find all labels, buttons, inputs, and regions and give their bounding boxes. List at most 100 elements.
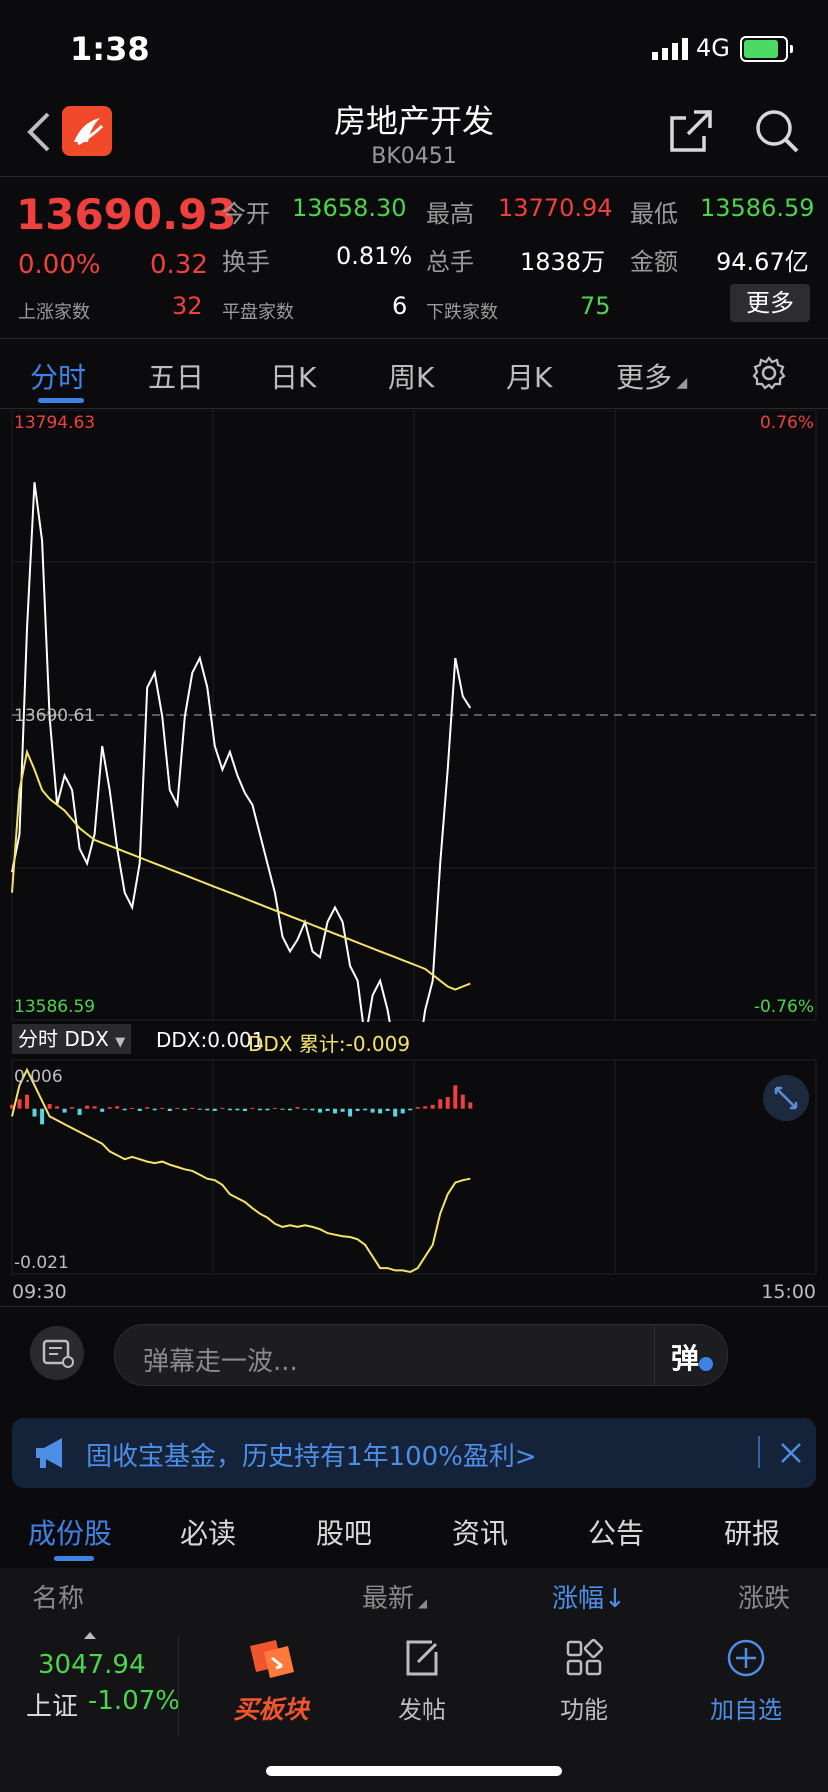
ddx-bar (175, 1107, 180, 1109)
add-watchlist-button[interactable]: 加自选 (686, 1636, 806, 1746)
post-label: 发帖 (398, 1696, 446, 1724)
ddx-bar (32, 1108, 37, 1117)
ddx-bar (318, 1108, 322, 1113)
tab-weekly-k[interactable]: 周K (388, 356, 434, 396)
ddx-y-bottom-label: -0.021 (14, 1253, 69, 1273)
ddx-bar (137, 1108, 142, 1111)
ddx-bar (107, 1107, 112, 1109)
ddx-bar (265, 1108, 270, 1111)
home-indicator (266, 1766, 562, 1776)
ddx-bar (152, 1108, 157, 1111)
ddx-bar (423, 1106, 428, 1109)
ddx-bar (145, 1107, 150, 1109)
settings-gear-icon[interactable] (752, 356, 786, 390)
tab-research[interactable]: 研报 (724, 1512, 780, 1552)
down-count: 75 (580, 292, 611, 320)
danmu-input[interactable]: 弹幕走一波... 弹 (114, 1324, 728, 1386)
ddx-indicator-selector[interactable]: 分时 DDX ▼ (12, 1024, 132, 1054)
ddx-bar (438, 1099, 443, 1109)
col-change[interactable]: 涨跌 (738, 1578, 828, 1615)
up-count: 32 (172, 292, 203, 320)
lower-tab-indicator (54, 1556, 94, 1561)
divider (0, 338, 828, 339)
tab-news[interactable]: 资讯 (452, 1512, 508, 1552)
ddx-bar (227, 1108, 232, 1111)
ddx-bar (325, 1108, 330, 1111)
ad-banner[interactable]: 固收宝基金，历史持有1年100%盈利> (12, 1418, 816, 1488)
ddx-bar (220, 1107, 225, 1109)
price-line (11, 482, 472, 1022)
expand-icon[interactable] (763, 1075, 809, 1121)
high-value: 13770.94 (498, 194, 613, 222)
intraday-chart[interactable]: 13794.63 13690.61 13586.59 0.76% -0.76% (0, 410, 828, 1022)
share-icon[interactable] (668, 108, 714, 154)
buy-sector-button[interactable]: 买板块 (196, 1636, 346, 1746)
ddx-bar (47, 1104, 52, 1109)
change-pct: 0.00% (18, 250, 101, 280)
divider (0, 408, 828, 409)
y-bottom-label: 13586.59 (14, 997, 95, 1017)
ddx-bar (355, 1108, 360, 1111)
tab-forum[interactable]: 股吧 (316, 1512, 372, 1552)
signal-icon (652, 38, 688, 60)
ddx-bar (333, 1108, 337, 1114)
ddx-bar (348, 1108, 353, 1117)
functions-button[interactable]: 功能 (524, 1636, 644, 1746)
ddx-bar (280, 1108, 285, 1110)
ddx-bar (235, 1108, 240, 1111)
ddx-bar (85, 1105, 90, 1109)
ddx-bar (430, 1104, 435, 1109)
tab-more[interactable]: 更多 ◢ (616, 356, 687, 396)
index-ticker[interactable]: 3047.94 上证 -1.07% (0, 1626, 180, 1756)
open-value: 13658.30 (292, 194, 407, 222)
post-button[interactable]: 发帖 (362, 1636, 482, 1746)
grid-icon (566, 1638, 604, 1676)
tab-monthly-k[interactable]: 月K (506, 356, 552, 396)
tab-intraday[interactable]: 分时 (30, 356, 86, 396)
x-end-label: 15:00 (761, 1281, 816, 1303)
tab-announcements[interactable]: 公告 (588, 1512, 644, 1552)
chart-grid (11, 410, 817, 1021)
amount-value: 94.67亿 (716, 248, 809, 276)
index-change: -1.07% (88, 1686, 180, 1716)
ddx-bar (77, 1108, 82, 1115)
ddx-bar (460, 1094, 465, 1109)
amount-label: 金额 (630, 248, 678, 276)
low-value: 13586.59 (700, 194, 815, 222)
tab-daily-k[interactable]: 日K (270, 356, 316, 396)
ddx-bar (303, 1108, 307, 1110)
ddx-chart[interactable]: 0.006 -0.021 09:30 15:00 (0, 1058, 828, 1304)
expand-up-icon (84, 1632, 96, 1639)
ddx-bar (363, 1108, 368, 1111)
ddx-bar (415, 1107, 420, 1109)
volume-label: 总手 (426, 248, 474, 276)
divider (178, 1636, 179, 1736)
buy-sector-label: 买板块 (233, 1695, 309, 1724)
search-icon[interactable] (754, 108, 800, 154)
megaphone-icon (36, 1438, 62, 1468)
network-label: 4G (696, 34, 730, 62)
col-change-pct[interactable]: 涨幅↓ (552, 1578, 626, 1615)
danmu-check-icon (699, 1357, 713, 1371)
tab-five-day[interactable]: 五日 (148, 356, 204, 396)
ddx-bar (17, 1099, 22, 1109)
close-icon[interactable] (778, 1440, 804, 1466)
more-button[interactable]: 更多 (730, 284, 810, 322)
col-latest[interactable]: 最新 ◢ (362, 1578, 427, 1615)
tab-constituents[interactable]: 成份股 (28, 1512, 112, 1552)
danmu-send-button[interactable]: 弹 (654, 1325, 727, 1385)
danmu-settings-icon[interactable] (30, 1326, 84, 1380)
x-start-label: 09:30 (12, 1281, 67, 1303)
ddx-bar (408, 1108, 413, 1111)
tab-must-read[interactable]: 必读 (180, 1512, 236, 1552)
status-time: 1:38 (70, 30, 150, 68)
col-name[interactable]: 名称 (32, 1578, 84, 1615)
turnover-label: 换手 (222, 248, 270, 276)
ddx-bar (385, 1108, 390, 1111)
y-mid-label: 13690.61 (14, 706, 95, 726)
ddx-bar (370, 1108, 375, 1113)
ddx-bar (310, 1108, 315, 1111)
ddx-selector-label: 分时 DDX (18, 1027, 109, 1051)
tab-indicator (38, 398, 84, 403)
col-latest-label: 最新 (362, 1584, 415, 1614)
